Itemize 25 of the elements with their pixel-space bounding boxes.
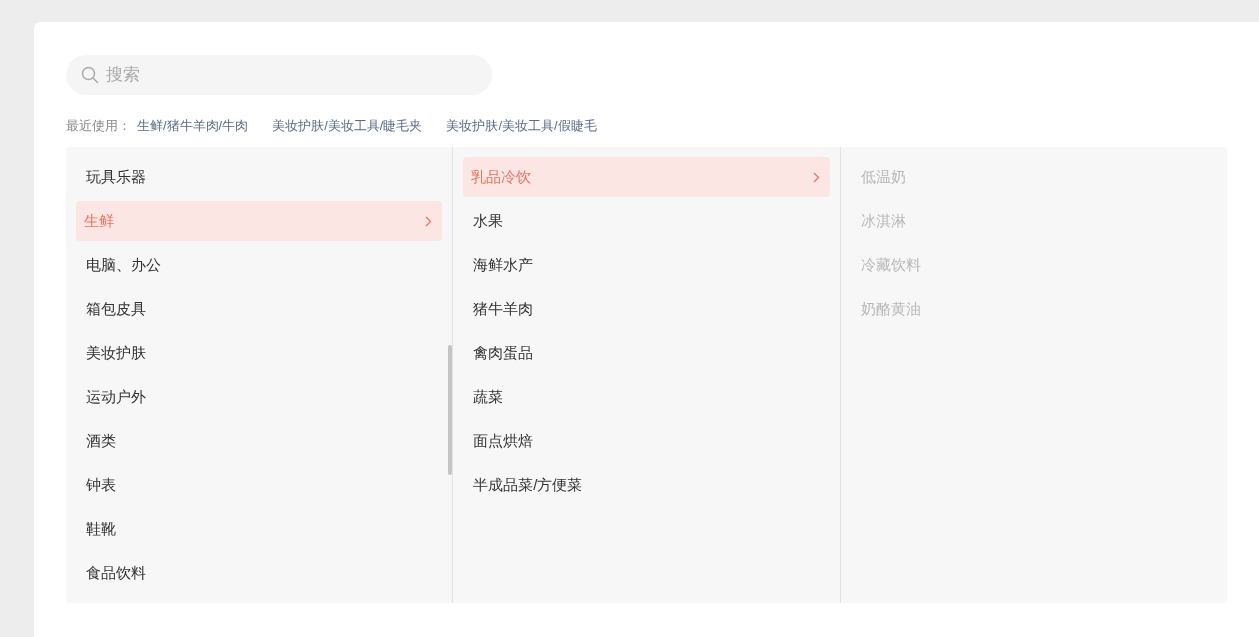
recent-label: 最近使用：	[66, 117, 131, 136]
category-item[interactable]: 蔬菜	[463, 377, 830, 417]
category-item[interactable]: 钟表	[76, 465, 443, 505]
category-item[interactable]: 猪牛羊肉	[463, 289, 830, 329]
recent-category-link[interactable]: 生鲜/猪牛羊肉/牛肉	[137, 116, 249, 136]
category-item[interactable]: 美妆护肤	[76, 333, 443, 373]
chevron-right-icon	[425, 215, 433, 227]
category-item[interactable]: 海鲜水产	[463, 245, 830, 285]
category-item[interactable]: 水果	[463, 201, 830, 241]
recent-category-link[interactable]: 美妆护肤/美妆工具/假睫毛	[446, 116, 597, 136]
category-item[interactable]: 运动户外	[76, 377, 443, 417]
category-item[interactable]: 禽肉蛋品	[463, 333, 830, 373]
category-item[interactable]: 箱包皮具	[76, 289, 443, 329]
category-item[interactable]: 鞋靴	[76, 509, 443, 549]
category-item[interactable]: 面点烘焙	[463, 421, 830, 461]
category-item[interactable]: 半成品菜/方便菜	[463, 465, 830, 505]
search-icon	[81, 66, 99, 84]
category-item[interactable]: 酒类	[76, 421, 443, 461]
category-item[interactable]: 电脑、办公	[76, 245, 443, 285]
chevron-right-icon	[812, 171, 820, 183]
scrollbar-thumb[interactable]	[448, 345, 453, 475]
recent-category-link[interactable]: 美妆护肤/美妆工具/睫毛夹	[272, 116, 423, 136]
category-item[interactable]: 食品饮料	[76, 553, 443, 593]
search-field[interactable]: 搜索	[66, 55, 492, 95]
category-item[interactable]: 玩具乐器	[76, 157, 443, 197]
